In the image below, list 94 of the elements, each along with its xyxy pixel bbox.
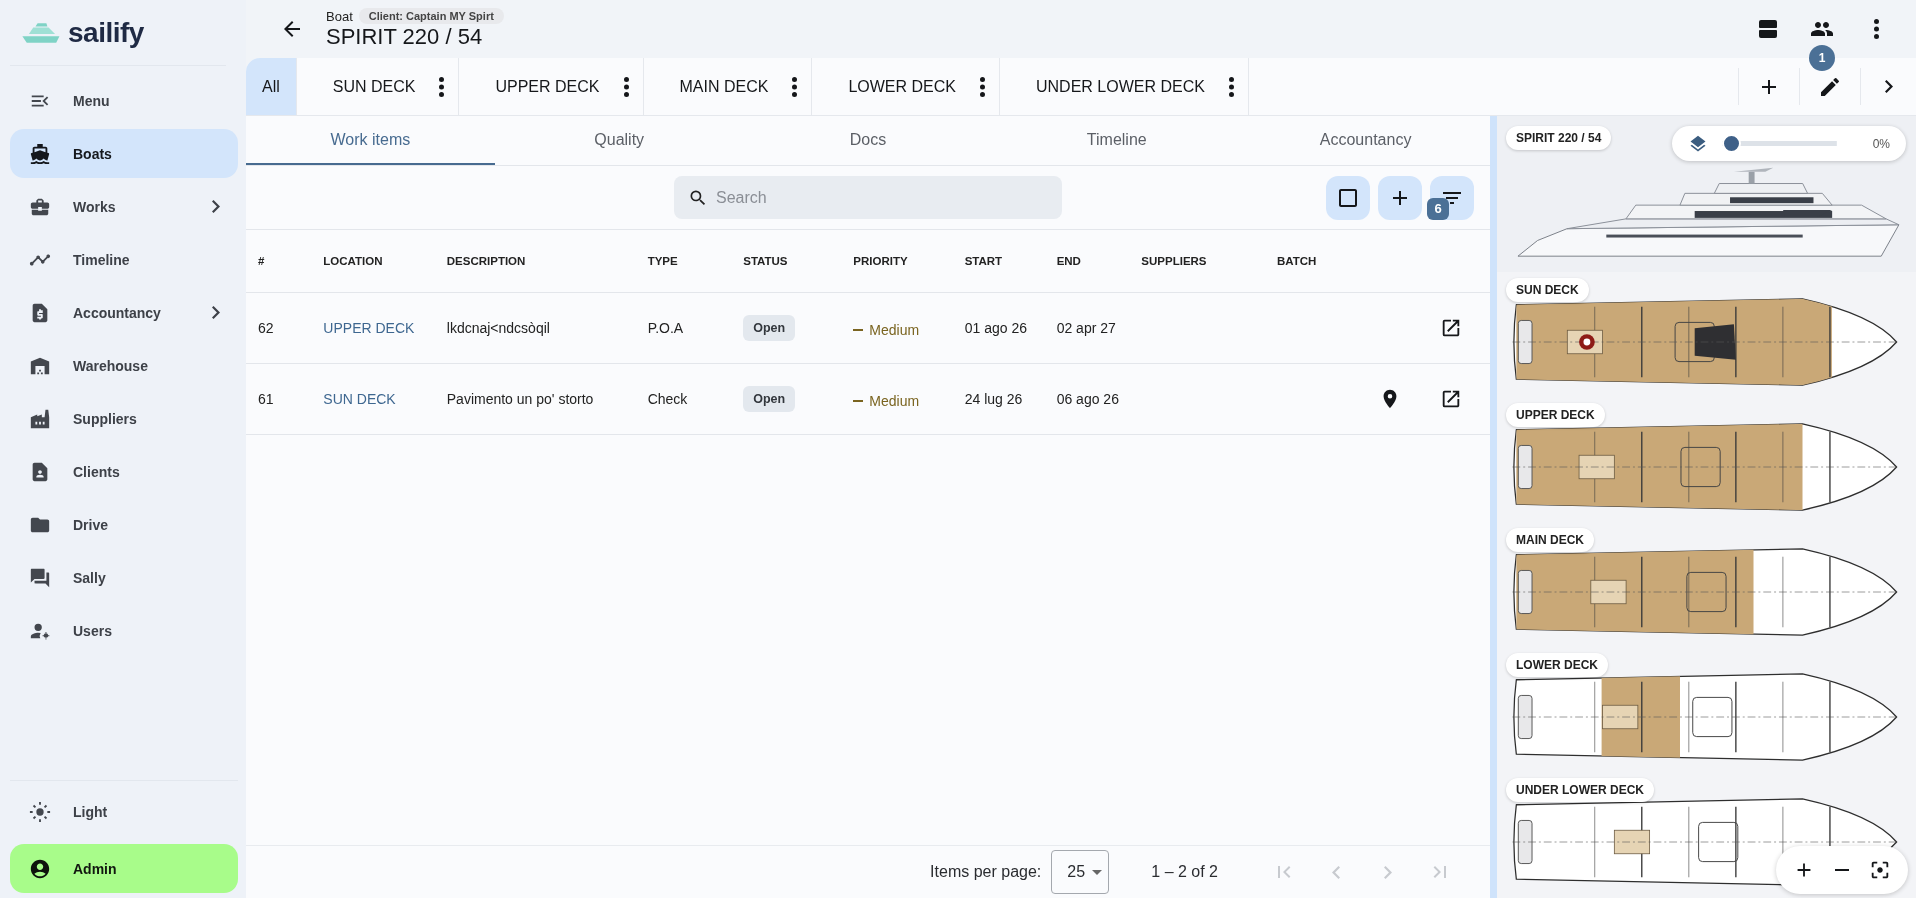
- location-link[interactable]: UPPER DECK: [323, 319, 415, 336]
- more-icon[interactable]: [439, 76, 445, 97]
- more-icon[interactable]: [980, 76, 985, 97]
- table-cell: 02 apr 27: [1044, 292, 1130, 363]
- deck-label: SUN DECK: [1506, 278, 1589, 302]
- table-cell: lkdcnaj<ndcsòqil: [434, 292, 636, 363]
- status-chip: Open: [743, 386, 796, 412]
- sidebar-item[interactable]: Users: [10, 606, 238, 655]
- deck-tab[interactable]: MAIN DECK: [643, 58, 813, 115]
- chat-icon: [29, 566, 51, 589]
- column-header: #: [246, 230, 312, 292]
- select-button[interactable]: [1326, 175, 1370, 220]
- sidebar-item[interactable]: Accountancy: [10, 288, 238, 337]
- more-icon[interactable]: [1228, 76, 1234, 97]
- deck-tab[interactable]: LOWER DECK: [812, 58, 1000, 115]
- layers-icon: [1688, 133, 1708, 154]
- sidebar-item[interactable]: Works: [10, 182, 238, 231]
- chevron-right-icon: [212, 306, 220, 319]
- count-badge: 6: [1427, 197, 1449, 220]
- column-header: START: [952, 230, 1045, 292]
- column-header: BATCH: [1264, 230, 1365, 292]
- search-field[interactable]: Search: [674, 176, 1062, 219]
- content-tab[interactable]: Work items: [246, 116, 495, 165]
- table-cell: P.O.A: [635, 292, 732, 363]
- column-header: STATUS: [731, 230, 842, 292]
- rows-icon: [1756, 17, 1780, 41]
- breadcrumb: Boat: [326, 8, 353, 24]
- account-icon: [29, 857, 51, 880]
- deck-tab[interactable]: UPPER DECK: [459, 58, 644, 115]
- add-button[interactable]: [1378, 175, 1422, 220]
- factory-icon: [29, 407, 51, 430]
- deck-label: MAIN DECK: [1506, 528, 1594, 552]
- table-cell: 06 ago 26: [1044, 363, 1130, 434]
- content-tab[interactable]: Accountancy: [1241, 116, 1490, 165]
- user-menu[interactable]: Admin: [10, 844, 238, 893]
- column-header: PRIORITY: [841, 230, 953, 292]
- chevron-left-icon: [1332, 865, 1340, 879]
- priority-label: Medium: [853, 318, 920, 341]
- table-cell: 61: [246, 363, 312, 434]
- filter-button[interactable]: 6: [1430, 175, 1474, 220]
- search-icon: [688, 188, 708, 208]
- sidebar-item[interactable]: Menu: [10, 76, 238, 125]
- page-title: SPIRIT 220 / 54: [326, 24, 484, 50]
- column-header: END: [1044, 230, 1130, 292]
- status-chip: Open: [743, 315, 796, 341]
- sidebar-item[interactable]: Suppliers: [10, 394, 238, 443]
- table-cell: Pavimento un po' storto: [434, 363, 636, 434]
- sun-icon: [29, 800, 51, 823]
- priority-label: Medium: [853, 389, 920, 412]
- table-cell: 62: [246, 292, 312, 363]
- more-icon: [1873, 19, 1879, 39]
- page-range: 1 – 2 of 2: [1151, 863, 1218, 881]
- content-tab[interactable]: Docs: [743, 116, 993, 165]
- deck-label: UNDER LOWER DECK: [1506, 778, 1654, 802]
- sidebar-item[interactable]: Timeline: [10, 235, 238, 284]
- boat-name-chip: SPIRIT 220 / 54: [1506, 126, 1612, 150]
- column-header: DESCRIPTION: [434, 230, 636, 292]
- deck-tab[interactable]: SUN DECK: [296, 58, 460, 115]
- table-cell: Check: [635, 363, 732, 434]
- count-badge: 1: [1809, 45, 1835, 71]
- focus-icon: [1869, 859, 1891, 881]
- sidebar-item[interactable]: Drive: [10, 500, 238, 549]
- column-header: TYPE: [635, 230, 732, 292]
- minus-icon: [1835, 869, 1849, 871]
- dropdown-caret-icon: [1092, 869, 1103, 875]
- sidebar-item[interactable]: Clients: [10, 447, 238, 496]
- location-marker[interactable]: [1579, 334, 1595, 350]
- chevron-right-icon: [1384, 865, 1392, 879]
- table-cell: 24 lug 26: [952, 363, 1045, 434]
- column-header: SUPPLIERS: [1129, 230, 1265, 292]
- client-chip: Client: Captain MY Spirt: [358, 8, 504, 24]
- deck-tab[interactable]: UNDER LOWER DECK: [1000, 58, 1249, 115]
- logo-text: sailify: [68, 16, 144, 49]
- slider-reading: 0%: [1872, 136, 1890, 151]
- chevron-right-icon: [1884, 80, 1893, 93]
- column-header: LOCATION: [311, 230, 435, 292]
- sidebar-item[interactable]: Sally: [10, 553, 238, 602]
- deck-tab[interactable]: All: [246, 58, 297, 115]
- page-size-select[interactable]: 25: [1051, 850, 1110, 894]
- slider-thumb[interactable]: [1722, 134, 1741, 153]
- deck-label: LOWER DECK: [1506, 653, 1608, 677]
- theme-toggle[interactable]: Light: [10, 787, 238, 836]
- location-link[interactable]: SUN DECK: [323, 390, 396, 407]
- table-cell: 01 ago 26: [952, 292, 1045, 363]
- deck-label: UPPER DECK: [1506, 403, 1605, 427]
- chevron-right-icon: [212, 200, 220, 213]
- page-size-label: Items per page:: [930, 863, 1042, 881]
- sidebar-item[interactable]: Warehouse: [10, 341, 238, 390]
- content-tab[interactable]: Quality: [494, 116, 744, 165]
- more-icon[interactable]: [792, 76, 798, 97]
- content-tab[interactable]: Timeline: [992, 116, 1242, 165]
- sidebar-item[interactable]: Boats: [10, 129, 238, 178]
- more-icon[interactable]: [623, 76, 629, 97]
- ship-icon: [29, 142, 51, 165]
